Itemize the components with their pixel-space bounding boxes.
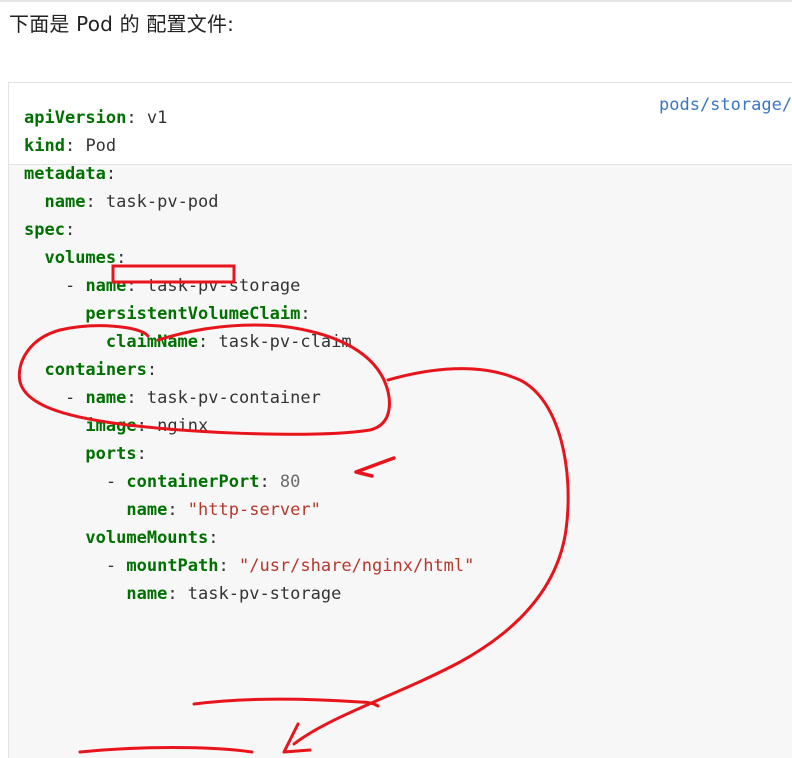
yaml-separator: : <box>136 416 158 436</box>
yaml-code: apiVersion: v1 kind: Pod metadata: name: t… <box>24 104 474 608</box>
yaml-separator: : <box>198 332 219 352</box>
yaml-value: 80 <box>279 472 301 492</box>
yaml-key: name <box>85 388 127 408</box>
yaml-value: "http-server" <box>187 500 321 520</box>
yaml-key: volumes <box>44 248 117 268</box>
code-line: volumeMounts: <box>24 524 474 552</box>
top-divider <box>0 0 792 2</box>
yaml-separator: : <box>146 360 158 380</box>
yaml-separator: : <box>167 500 188 520</box>
code-line: metadata: <box>24 160 474 188</box>
yaml-value: task-pv-pod <box>105 192 219 212</box>
yaml-key: apiVersion <box>24 108 127 128</box>
yaml-key: ports <box>85 444 137 464</box>
yaml-key: name <box>126 500 168 520</box>
yaml-separator: : <box>218 556 239 576</box>
yaml-key: volumeMounts <box>85 528 209 548</box>
code-line: apiVersion: v1 <box>24 104 474 132</box>
yaml-value: task-pv-claim <box>218 332 352 352</box>
code-line: - containerPort: 80 <box>24 468 474 496</box>
yaml-key: containers <box>44 360 147 380</box>
yaml-separator: : <box>136 444 147 464</box>
yaml-key: containerPort <box>126 472 260 492</box>
code-line: - mountPath: "/usr/share/nginx/html" <box>24 552 475 580</box>
code-line: ports: <box>24 440 474 468</box>
yaml-separator: : <box>208 528 219 548</box>
code-line: - name: task-pv-storage <box>24 272 474 300</box>
yaml-separator: : <box>64 220 76 240</box>
yaml-value: task-pv-container <box>146 388 321 408</box>
yaml-separator: : <box>259 472 280 492</box>
code-line: volumes: <box>24 244 474 272</box>
yaml-separator: : <box>300 304 311 324</box>
yaml-value: task-pv-storage <box>146 276 301 296</box>
yaml-value: v1 <box>146 108 168 128</box>
code-line: name: "http-server" <box>24 496 474 524</box>
yaml-separator: : <box>116 248 127 268</box>
yaml-separator: : <box>64 136 86 156</box>
yaml-key: image <box>85 416 137 436</box>
yaml-key: name <box>85 276 127 296</box>
code-line: persistentVolumeClaim: <box>24 300 474 328</box>
yaml-value: "/usr/share/nginx/html" <box>238 556 475 576</box>
code-line: name: task-pv-storage <box>24 580 474 608</box>
code-line: image: nginx <box>24 412 474 440</box>
yaml-value: task-pv-storage <box>187 584 342 604</box>
code-line: name: task-pv-pod <box>24 188 474 216</box>
yaml-key: name <box>44 192 86 212</box>
yaml-value: nginx <box>157 416 209 436</box>
list-dash: - <box>105 472 127 492</box>
yaml-key: claimName <box>105 332 199 352</box>
yaml-separator: : <box>85 192 106 212</box>
yaml-separator: : <box>105 164 117 184</box>
list-dash: - <box>64 276 86 296</box>
yaml-separator: : <box>126 276 147 296</box>
yaml-separator: : <box>126 388 147 408</box>
file-path-link[interactable]: pods/storage/ <box>659 95 792 115</box>
yaml-key: name <box>126 584 168 604</box>
code-line: kind: Pod <box>24 132 474 160</box>
code-line: containers: <box>24 356 474 384</box>
yaml-key: kind <box>24 136 65 156</box>
intro-text: 下面是 Pod 的 配置文件: <box>9 12 235 36</box>
yaml-key: mountPath <box>126 556 219 576</box>
code-line: claimName: task-pv-claim <box>24 328 474 356</box>
code-line: spec: <box>24 216 474 244</box>
yaml-separator: : <box>167 584 188 604</box>
yaml-key: metadata <box>24 164 106 184</box>
code-line: - name: task-pv-container <box>24 384 474 412</box>
list-dash: - <box>64 388 86 408</box>
yaml-key: spec <box>24 220 65 240</box>
yaml-key: persistentVolumeClaim <box>85 304 301 324</box>
yaml-value: Pod <box>85 136 117 156</box>
yaml-separator: : <box>126 108 147 128</box>
list-dash: - <box>105 556 127 576</box>
